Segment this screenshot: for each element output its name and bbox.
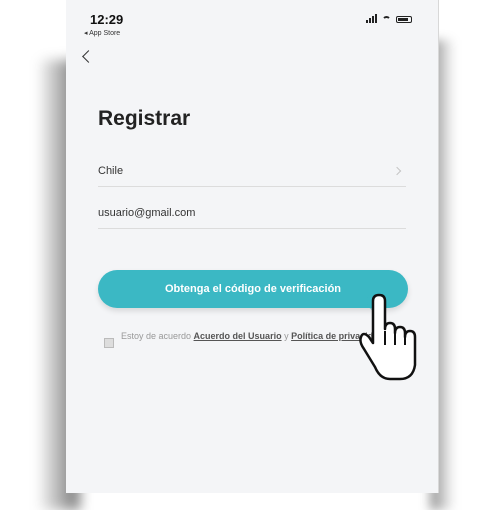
agreement-row: Estoy de acuerdo Acuerdo del Usuario y P…: [104, 330, 394, 348]
status-bar: 12:29 ◂ App Store: [66, 0, 438, 46]
pointer-hand-icon: [359, 290, 417, 381]
signal-icon: [366, 14, 377, 23]
chevron-right-icon: [392, 166, 402, 176]
page-title: Registrar: [98, 107, 191, 130]
agreement-prefix: Estoy de acuerdo: [121, 331, 194, 341]
user-agreement-link[interactable]: Acuerdo del Usuario: [194, 331, 282, 341]
agreement-conjunction: y: [281, 331, 292, 341]
wifi-icon: [382, 16, 391, 23]
battery-icon: [396, 16, 412, 23]
phone-screen: 12:29 ◂ App Store Registrar Chile usuari…: [66, 0, 439, 493]
email-field[interactable]: usuario@gmail.com: [98, 198, 406, 229]
country-selector[interactable]: Chile: [98, 156, 406, 187]
email-value: usuario@gmail.com: [98, 207, 196, 219]
status-icons: [366, 14, 412, 23]
back-arrow-icon[interactable]: [82, 50, 95, 63]
back-to-app-store[interactable]: ◂ App Store: [84, 29, 120, 37]
status-time: 12:29: [90, 12, 124, 27]
country-value: Chile: [98, 165, 124, 177]
agreement-checkbox[interactable]: [104, 338, 114, 348]
agreement-text: Estoy de acuerdo Acuerdo del Usuario y P…: [121, 330, 384, 348]
